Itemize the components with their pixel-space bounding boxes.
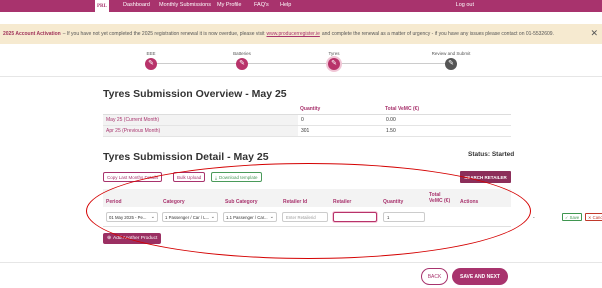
banner-title: 2025 Account Activation <box>3 31 61 37</box>
step-label: Tyres <box>328 51 340 56</box>
column-header: Quantity <box>298 104 383 115</box>
plus-circle-icon: ⊕ <box>107 236 112 241</box>
divider <box>0 76 602 77</box>
progress-steps: EEE ✎ Batteries ✎ Tyres ✎ Review and Sub… <box>0 47 602 75</box>
banner-link[interactable]: www.producerregister.ie <box>267 31 320 37</box>
divider <box>0 262 602 263</box>
detail-title: Tyres Submission Detail - May 25 <box>103 151 269 163</box>
top-nav: PRL Dashboard Monthly Submissions My Pro… <box>0 0 602 12</box>
save-and-next-button[interactable]: SAVE AND NEXT <box>452 268 508 285</box>
close-icon[interactable]: ✕ <box>590 29 598 38</box>
nav-help[interactable]: Help <box>280 2 291 8</box>
step-review-submit[interactable]: Review and Submit ✎ <box>421 51 481 70</box>
edit-icon: ✎ <box>445 58 457 70</box>
total-cell: 0.00 <box>383 114 511 126</box>
edit-icon: ✎ <box>236 58 248 70</box>
table-row: Apr 25 (Previous Month) 301 1.50 <box>103 125 511 137</box>
step-label: EEE <box>146 51 156 56</box>
logo[interactable]: PRL <box>95 0 109 12</box>
month-cell: May 25 (Current Month) <box>103 114 298 126</box>
step-batteries[interactable]: Batteries ✎ <box>212 51 272 70</box>
step-eee[interactable]: EEE ✎ <box>121 51 181 70</box>
table-row: May 25 (Current Month) 0 0.00 <box>103 114 511 126</box>
nav-my-profile[interactable]: My Profile <box>217 2 241 8</box>
total-cell: 1.50 <box>383 125 511 137</box>
nav-monthly-submissions[interactable]: Monthly Submissions <box>159 2 211 8</box>
banner-text-before: – If you have not yet completed the 2025… <box>62 31 265 37</box>
overview-title: Tyres Submission Overview - May 25 <box>103 88 287 100</box>
nav-dashboard[interactable]: Dashboard <box>123 2 150 8</box>
total-vemc-value: - <box>533 215 535 221</box>
activation-banner: 2025 Account Activation – If you have no… <box>0 24 602 44</box>
back-button[interactable]: BACK <box>421 268 448 285</box>
annotation-ellipse <box>86 163 531 259</box>
logout-link[interactable]: Log out <box>456 2 474 8</box>
edit-icon: ✎ <box>145 58 157 70</box>
column-header: Total VeMC (€) <box>383 104 511 115</box>
quantity-cell: 301 <box>298 125 383 137</box>
step-tyres[interactable]: Tyres ✎ <box>304 51 364 70</box>
edit-icon: ✎ <box>328 58 340 70</box>
save-row-button[interactable]: ✓ Save <box>562 213 583 221</box>
cancel-row-button[interactable]: ✕ Cancel <box>585 213 602 221</box>
banner-text-after: and complete the renewal as a matter of … <box>321 31 554 37</box>
nav-faqs[interactable]: FAQ's <box>254 2 269 8</box>
overview-table: Quantity Total VeMC (€) May 25 (Current … <box>103 104 511 137</box>
step-label: Batteries <box>233 51 251 56</box>
month-cell: Apr 25 (Previous Month) <box>103 125 298 137</box>
status-text: Status: Started <box>468 151 515 158</box>
step-label: Review and Submit <box>431 51 471 56</box>
quantity-cell: 0 <box>298 114 383 126</box>
steps-line <box>150 63 450 64</box>
column-header <box>103 104 298 115</box>
